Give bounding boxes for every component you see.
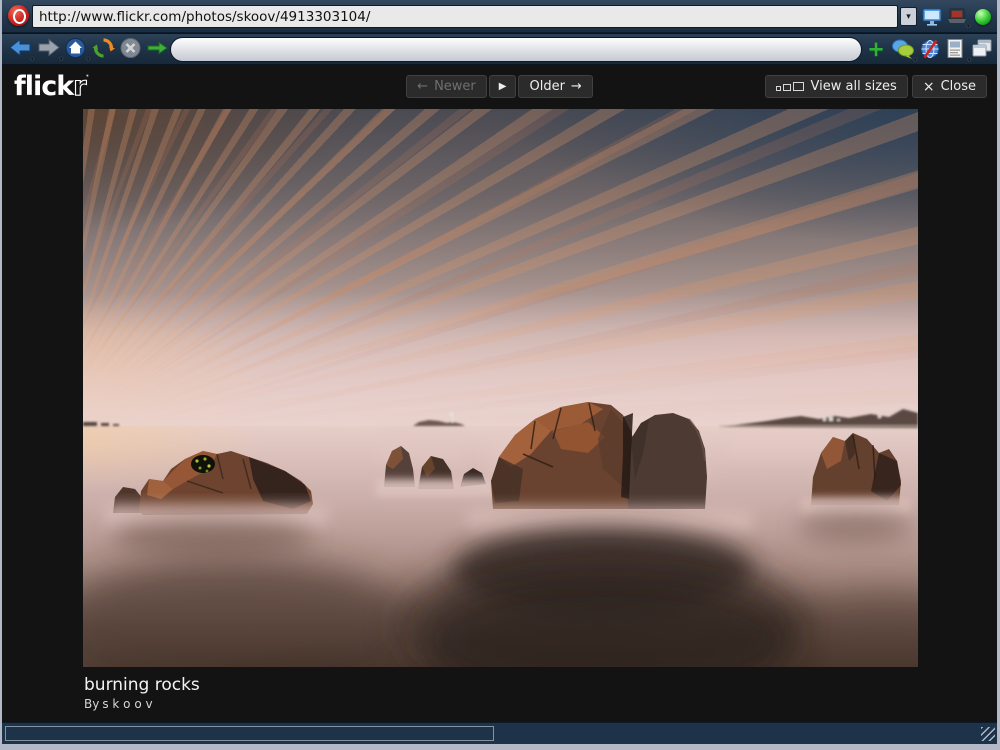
- dropdown-marker-icon: ▾: [966, 22, 970, 30]
- dropdown-marker-icon: ▾: [59, 55, 63, 63]
- photo-byline: Bys k o o v: [84, 697, 153, 711]
- connection-status-icon[interactable]: [973, 6, 995, 28]
- green-ball-icon: [975, 9, 991, 25]
- play-icon: ▶: [499, 81, 507, 92]
- close-label: Close: [941, 79, 976, 94]
- fit-to-width-icon[interactable]: [921, 6, 943, 28]
- search-input[interactable]: [170, 37, 862, 62]
- sizes-icon: [776, 82, 804, 91]
- view-all-sizes-button[interactable]: View all sizes: [765, 75, 908, 98]
- forward-button[interactable]: ▾: [37, 37, 61, 61]
- address-toolbar: ▾ ▾: [0, 0, 1000, 33]
- dropdown-marker-icon: ▾: [86, 55, 90, 63]
- resize-grip[interactable]: [981, 727, 995, 741]
- newer-label: Newer: [434, 79, 476, 94]
- photo-title: burning rocks: [84, 675, 200, 695]
- older-button[interactable]: Older →: [518, 75, 592, 98]
- left-arrow-icon: ←: [417, 79, 428, 94]
- url-history-dropdown[interactable]: ▾: [900, 7, 917, 26]
- byline-prefix: By: [84, 697, 99, 711]
- close-icon: ×: [923, 79, 935, 95]
- newer-button[interactable]: ← Newer: [406, 75, 487, 98]
- photo-action-group: View all sizes × Close: [765, 75, 987, 98]
- offline-mode-icon[interactable]: [919, 38, 943, 62]
- back-button[interactable]: ▾: [8, 37, 32, 61]
- opera-logo-icon: [8, 5, 29, 26]
- older-label: Older: [529, 79, 564, 94]
- window-border-left: [0, 0, 2, 750]
- panels-icon[interactable]: [970, 38, 994, 62]
- status-bar: [0, 722, 1000, 744]
- owner-link[interactable]: s k o o v: [102, 697, 152, 711]
- stop-button[interactable]: [119, 37, 143, 61]
- page-background: flickr· ← Newer ▶ Older → View all sizes…: [2, 65, 997, 722]
- slideshow-play-button[interactable]: ▶: [489, 75, 517, 98]
- document-icon[interactable]: ▾: [945, 38, 969, 62]
- turbo-mode-icon[interactable]: ▾: [946, 6, 968, 28]
- dropdown-marker-icon: ▾: [913, 56, 917, 64]
- photo[interactable]: [83, 109, 918, 667]
- view-all-sizes-label: View all sizes: [811, 79, 897, 94]
- close-button[interactable]: × Close: [912, 75, 987, 98]
- status-message-area: [5, 726, 494, 741]
- url-input[interactable]: [32, 5, 898, 28]
- right-arrow-icon: →: [571, 79, 582, 94]
- go-icon[interactable]: [146, 37, 170, 61]
- navigation-toolbar: ▾ ▾ ▾ +: [0, 34, 1000, 65]
- dropdown-marker-icon: ▾: [30, 55, 34, 63]
- reload-button[interactable]: [92, 37, 116, 61]
- chat-bubbles-icon[interactable]: ▾: [891, 38, 915, 62]
- window-border-bottom: [0, 744, 1000, 750]
- home-button[interactable]: ▾: [64, 37, 88, 61]
- add-bookmark-icon[interactable]: +: [864, 38, 888, 62]
- photo-rocks: [83, 109, 918, 667]
